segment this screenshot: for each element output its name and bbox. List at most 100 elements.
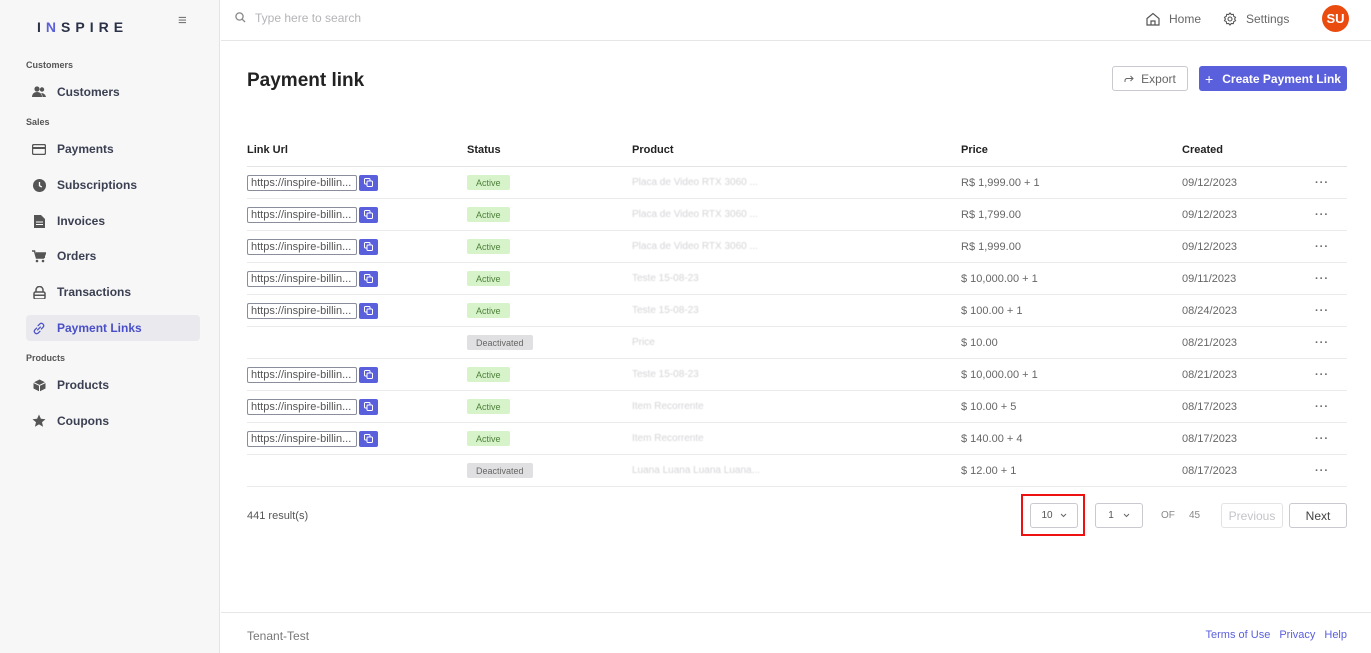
privacy-link[interactable]: Privacy [1279,629,1315,641]
cell-price: $ 140.00 + 4 [961,432,1023,445]
create-label: Create Payment Link [1222,71,1341,86]
status-badge: Active [467,271,510,286]
brand-logo[interactable]: INSPIRE [37,19,128,35]
sidebar-item-subscriptions[interactable]: Subscriptions [26,172,200,198]
search-icon [235,12,246,26]
copy-icon[interactable] [359,398,378,415]
cell-status: Active [467,295,510,326]
table-row[interactable]: https://inspire-billin... Active Placa d… [247,167,1347,199]
status-badge: Active [467,431,510,446]
cell-link: https://inspire-billin... [247,359,378,390]
cell-link: https://inspire-billin... [247,295,378,326]
help-link[interactable]: Help [1324,629,1347,641]
sidebar-item-products[interactable]: Products [26,372,200,398]
export-button[interactable]: Export [1112,66,1188,91]
more-options-icon[interactable]: ··· [1315,327,1329,358]
copy-icon[interactable] [359,206,378,223]
cell-product: Teste 15-08-23 [632,273,699,284]
results-count: 441 result(s) [247,510,309,522]
cell-link: https://inspire-billin... [247,231,378,262]
cell-product: Placa de Video RTX 3060 ... [632,209,758,220]
column-header-product[interactable]: Product [632,144,674,156]
more-options-icon[interactable]: ··· [1315,231,1329,262]
cell-status: Active [467,359,510,390]
search-input[interactable] [255,11,555,25]
sidebar-item-label: Payments [57,142,114,156]
link-url-text[interactable]: https://inspire-billin... [247,270,357,287]
more-options-icon[interactable]: ··· [1315,423,1329,454]
cell-link: https://inspire-billin... [247,199,378,230]
link-url-text[interactable]: https://inspire-billin... [247,366,357,383]
cell-price: $ 12.00 + 1 [961,464,1017,477]
page-number-select[interactable]: 1 [1095,503,1143,528]
cell-created: 09/12/2023 [1182,240,1238,253]
credit-card-icon [32,142,46,156]
copy-icon[interactable] [359,174,378,191]
copy-icon[interactable] [359,302,378,319]
link-url-text[interactable]: https://inspire-billin... [247,206,357,223]
cell-status: Active [467,167,510,198]
settings-link[interactable]: Settings [1223,12,1289,26]
table-row[interactable]: https://inspire-billin... Active Placa d… [247,199,1347,231]
more-options-icon[interactable]: ··· [1315,167,1329,198]
topbar: Home Settings SU [221,0,1371,41]
copy-icon[interactable] [359,238,378,255]
sidebar-item-payments[interactable]: Payments [26,136,200,162]
copy-icon[interactable] [359,270,378,287]
status-badge: Active [467,367,510,382]
table-row[interactable]: Deactivated Luana Luana Luana Luana... $… [247,455,1347,487]
more-options-icon[interactable]: ··· [1315,455,1329,486]
sidebar-item-orders[interactable]: Orders [26,243,200,269]
payment-links-table: Link Url Status Product Price Created ht… [247,136,1347,487]
table-row[interactable]: https://inspire-billin... Active Item Re… [247,391,1347,423]
next-button[interactable]: Next [1289,503,1347,528]
cell-product: Teste 15-08-23 [632,305,699,316]
table-row[interactable]: https://inspire-billin... Active Teste 1… [247,359,1347,391]
sidebar-item-customers[interactable]: Customers [26,79,200,105]
more-options-icon[interactable]: ··· [1315,263,1329,294]
table-row[interactable]: Deactivated Price $ 10.00 08/21/2023 ··· [247,327,1347,359]
table-row[interactable]: https://inspire-billin... Active Teste 1… [247,295,1347,327]
home-link[interactable]: Home [1146,12,1201,26]
column-header-status[interactable]: Status [467,144,501,156]
more-options-icon[interactable]: ··· [1315,391,1329,422]
cell-created: 08/17/2023 [1182,464,1238,477]
cell-link: https://inspire-billin... [247,167,378,198]
sidebar-item-invoices[interactable]: Invoices [26,208,200,234]
avatar[interactable]: SU [1322,5,1349,32]
column-header-price[interactable]: Price [961,144,988,156]
link-url-text[interactable]: https://inspire-billin... [247,430,357,447]
link-url-field: https://inspire-billin... [247,366,378,383]
more-options-icon[interactable]: ··· [1315,199,1329,230]
more-options-icon[interactable]: ··· [1315,295,1329,326]
column-header-created[interactable]: Created [1182,144,1223,156]
page-title: Payment link [247,70,365,91]
section-label-customers: Customers [26,60,74,70]
table-row[interactable]: https://inspire-billin... Active Placa d… [247,231,1347,263]
copy-icon[interactable] [359,366,378,383]
clock-icon [32,178,46,192]
column-header-link-url[interactable]: Link Url [247,144,288,156]
sidebar-item-coupons[interactable]: Coupons [26,408,200,434]
cell-price: $ 10,000.00 + 1 [961,368,1038,381]
previous-button[interactable]: Previous [1221,503,1283,528]
sidebar-item-transactions[interactable]: Transactions [26,279,200,305]
create-payment-link-button[interactable]: + Create Payment Link [1199,66,1347,91]
terms-link[interactable]: Terms of Use [1206,629,1271,641]
menu-toggle-icon[interactable]: ≡ [178,12,187,29]
sidebar-item-payment-links[interactable]: Payment Links [26,315,200,341]
link-url-field: https://inspire-billin... [247,302,378,319]
link-url-text[interactable]: https://inspire-billin... [247,302,357,319]
more-options-icon[interactable]: ··· [1315,359,1329,390]
copy-icon[interactable] [359,430,378,447]
link-url-text[interactable]: https://inspire-billin... [247,398,357,415]
table-row[interactable]: https://inspire-billin... Active Teste 1… [247,263,1347,295]
cell-created: 09/12/2023 [1182,176,1238,189]
total-pages: 45 [1189,510,1201,521]
link-url-text[interactable]: https://inspire-billin... [247,238,357,255]
link-url-text[interactable]: https://inspire-billin... [247,174,357,191]
status-badge: Active [467,239,510,254]
gear-icon [1223,12,1237,26]
table-row[interactable]: https://inspire-billin... Active Item Re… [247,423,1347,455]
cell-product: Teste 15-08-23 [632,369,699,380]
